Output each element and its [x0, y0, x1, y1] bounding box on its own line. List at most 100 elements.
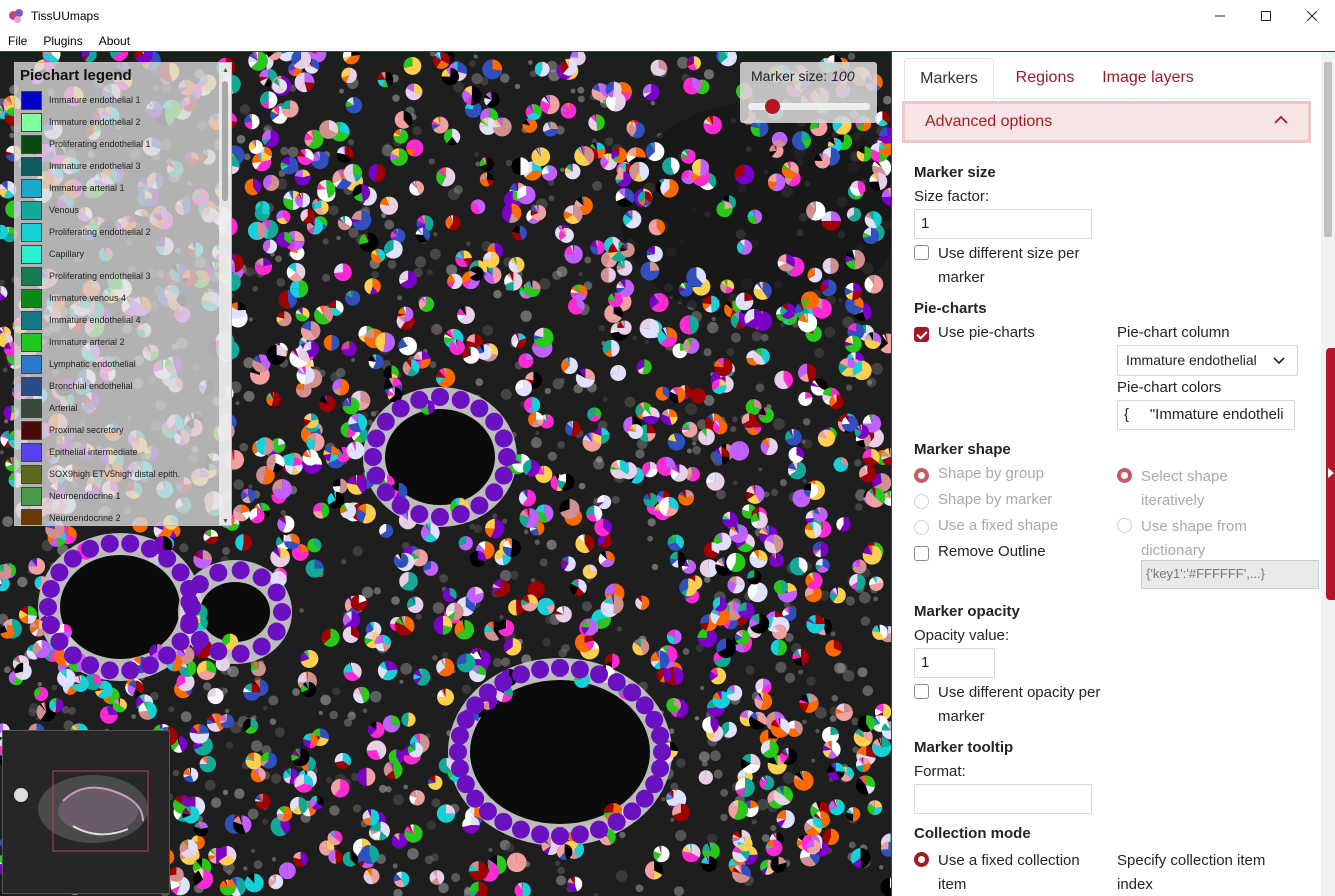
legend-item: Venous	[21, 199, 216, 221]
shape-by-marker-radio[interactable]	[914, 494, 929, 509]
diff-opacity-row[interactable]: Use different opacity per marker	[914, 681, 1104, 729]
fixed-collection-row[interactable]: Use a fixed collection item	[914, 849, 1104, 896]
legend-item: Immature arterial 2	[21, 331, 216, 353]
settings-panel: Markers Regions Image layers Advanced op…	[891, 52, 1335, 896]
legend-label: SOX9high ETV5high distal epith.	[49, 469, 181, 479]
fixed-shape-radio[interactable]	[914, 520, 929, 535]
minimize-icon[interactable]	[1197, 0, 1243, 31]
legend-item: Immature endothelial 4	[21, 309, 216, 331]
shape-by-group-row[interactable]: Shape by group	[914, 465, 1044, 483]
panel-tabs: Markers Regions Image layers	[904, 56, 1309, 100]
legend-swatch	[21, 222, 42, 242]
legend-swatch	[21, 178, 42, 198]
fixed-shape-label: Use a fixed shape	[938, 517, 1059, 534]
piechart-column-value: Immature endothelial	[1126, 352, 1257, 368]
panel-scroll-thumb[interactable]	[1324, 62, 1332, 237]
legend-swatch	[21, 156, 42, 176]
fixed-shape-row[interactable]: Use a fixed shape	[914, 517, 1058, 535]
tooltip-format-input[interactable]	[914, 784, 1092, 814]
menu-file[interactable]: File	[0, 31, 35, 51]
diff-size-checkbox[interactable]	[914, 245, 929, 260]
legend-item: Immature endothelial 1	[21, 89, 216, 111]
fixed-collection-radio[interactable]	[914, 852, 929, 867]
piechart-colors-input[interactable]: { "Immature endotheli	[1117, 400, 1295, 430]
scroll-down-icon[interactable]: ▼	[222, 518, 229, 525]
marker-size-control: Marker size: 100	[740, 62, 877, 123]
piechart-column-select[interactable]: Immature endothelial	[1117, 345, 1298, 376]
legend-swatch	[21, 508, 42, 525]
opacity-value-label: Opacity value:	[914, 627, 1010, 644]
select-shape-iter-radio[interactable]	[1117, 468, 1132, 483]
legend-swatch	[21, 200, 42, 220]
advanced-options-header[interactable]: Advanced options	[902, 101, 1311, 143]
piechart-legend: Piechart legend Immature endothelial 1 Im…	[14, 62, 232, 526]
pie-charts-title: Pie-charts	[914, 300, 987, 317]
piechart-colors-label: Pie-chart colors	[1117, 379, 1222, 396]
tissuumaps-logo-icon	[9, 8, 25, 24]
shape-from-dict-label: Use shape from dictionary	[1141, 518, 1247, 559]
advanced-options-label: Advanced options	[925, 113, 1053, 130]
collection-index-label: Specify collection item index	[1117, 852, 1266, 893]
legend-swatch	[21, 442, 42, 462]
legend-label: Immature endothelial 1	[49, 95, 141, 105]
legend-item: Arterial	[21, 397, 216, 419]
legend-item: Proliferating endothelial 2	[21, 221, 216, 243]
window-title: TissUUmaps	[31, 8, 100, 23]
tab-image-layers[interactable]: Image layers	[1092, 58, 1204, 100]
legend-swatch	[21, 464, 42, 484]
shape-from-dict-radio[interactable]	[1117, 518, 1132, 533]
marker-shape-title: Marker shape	[914, 441, 1011, 458]
legend-swatch	[21, 376, 42, 396]
legend-label: Proliferating endothelial 1	[49, 139, 151, 149]
use-piecharts-label: Use pie-charts	[938, 324, 1035, 341]
legend-label: Proliferating endothelial 2	[49, 227, 151, 237]
tab-markers[interactable]: Markers	[904, 58, 994, 100]
close-icon[interactable]	[1289, 0, 1335, 31]
menu-about[interactable]: About	[91, 31, 138, 51]
shape-by-marker-label: Shape by marker	[938, 491, 1053, 508]
navigator-minimap[interactable]	[2, 730, 170, 894]
title-bar: TissUUmaps	[0, 0, 1335, 31]
legend-item: Bronchial endothelial	[21, 375, 216, 397]
remove-outline-checkbox[interactable]	[914, 546, 929, 561]
panel-collapse-toggle[interactable]	[1326, 348, 1335, 600]
marker-tooltip-title: Marker tooltip	[914, 739, 1014, 756]
legend-label: Neuroendocrine 1	[49, 491, 121, 501]
shape-from-dict-row[interactable]: Use shape from dictionary	[1117, 515, 1267, 563]
legend-label: Immature endothelial 2	[49, 117, 141, 127]
diff-opacity-checkbox[interactable]	[914, 684, 929, 699]
legend-title: Piechart legend	[20, 67, 132, 84]
legend-swatch	[21, 398, 42, 418]
shape-by-marker-row[interactable]: Shape by marker	[914, 491, 1052, 509]
select-shape-iter-row[interactable]: Select shape iteratively	[1117, 465, 1267, 513]
legend-scroll-thumb[interactable]	[222, 81, 228, 201]
chevron-up-icon[interactable]	[1274, 113, 1288, 127]
opacity-value-input[interactable]: 1	[914, 648, 995, 678]
legend-label: Immature endothelial 3	[49, 161, 141, 171]
tab-regions[interactable]: Regions	[1000, 58, 1090, 100]
legend-list: Immature endothelial 1 Immature endotheli…	[21, 89, 216, 525]
maximize-icon[interactable]	[1243, 0, 1289, 31]
use-piecharts-checkbox[interactable]	[914, 327, 929, 342]
legend-item: Immature venous 4	[21, 287, 216, 309]
legend-item: Epithelial intermediate	[21, 441, 216, 463]
legend-label: Venous	[49, 205, 80, 215]
shape-dict-input[interactable]: {'key1':'#FFFFFF',...}	[1141, 560, 1319, 589]
size-factor-input[interactable]: 1	[914, 209, 1092, 239]
diff-size-checkbox-row[interactable]: Use different size per marker	[914, 242, 1104, 290]
legend-item: Capillary	[21, 243, 216, 265]
menu-plugins[interactable]: Plugins	[35, 31, 90, 51]
legend-label: Lymphatic endothelial	[49, 359, 136, 369]
legend-swatch	[21, 354, 42, 374]
shape-by-group-radio[interactable]	[914, 468, 929, 483]
marker-size-title: Marker size	[914, 164, 996, 181]
legend-scrollbar[interactable]: ▲ ▼	[219, 63, 231, 525]
legend-swatch	[21, 266, 42, 286]
legend-label: Immature arterial 1	[49, 183, 125, 193]
remove-outline-row[interactable]: Remove Outline	[914, 543, 1046, 561]
image-viewer[interactable]: Piechart legend Immature endothelial 1 Im…	[0, 52, 891, 896]
marker-size-slider-thumb[interactable]	[765, 99, 781, 114]
scroll-up-icon[interactable]: ▲	[222, 67, 229, 74]
legend-item: Immature endothelial 2	[21, 111, 216, 133]
use-piecharts-row[interactable]: Use pie-charts	[914, 324, 1035, 342]
